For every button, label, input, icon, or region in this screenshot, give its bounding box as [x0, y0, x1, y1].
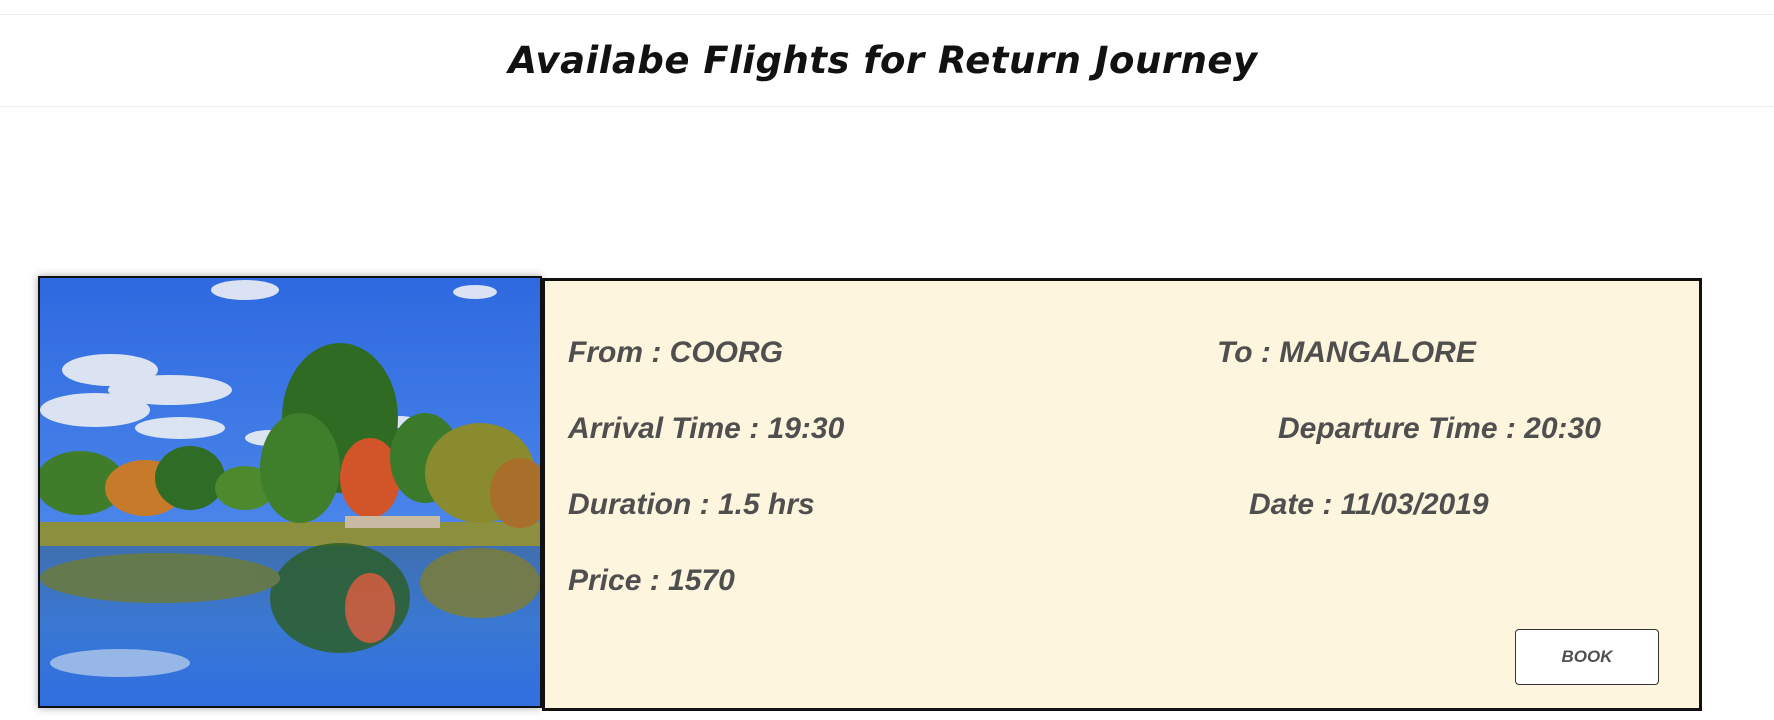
page-header: Availabe Flights for Return Journey [0, 15, 1774, 107]
flight-card: From : COORG To : MANGALORE Arrival Time… [542, 278, 1702, 711]
to-field: To : MANGALORE [1217, 336, 1476, 369]
from-field: From : COORG [568, 336, 783, 369]
price-field: Price : 1570 [568, 564, 735, 597]
arrival-time-field: Arrival Time : 19:30 [568, 412, 845, 445]
duration-field: Duration : 1.5 hrs [568, 488, 815, 521]
destination-photo [38, 276, 542, 708]
book-button[interactable]: BOOK [1515, 629, 1659, 685]
page-title: Availabe Flights for Return Journey [508, 39, 1258, 82]
date-field: Date : 11/03/2019 [1249, 488, 1489, 521]
departure-time-field: Departure Time : 20:30 [1278, 412, 1601, 445]
